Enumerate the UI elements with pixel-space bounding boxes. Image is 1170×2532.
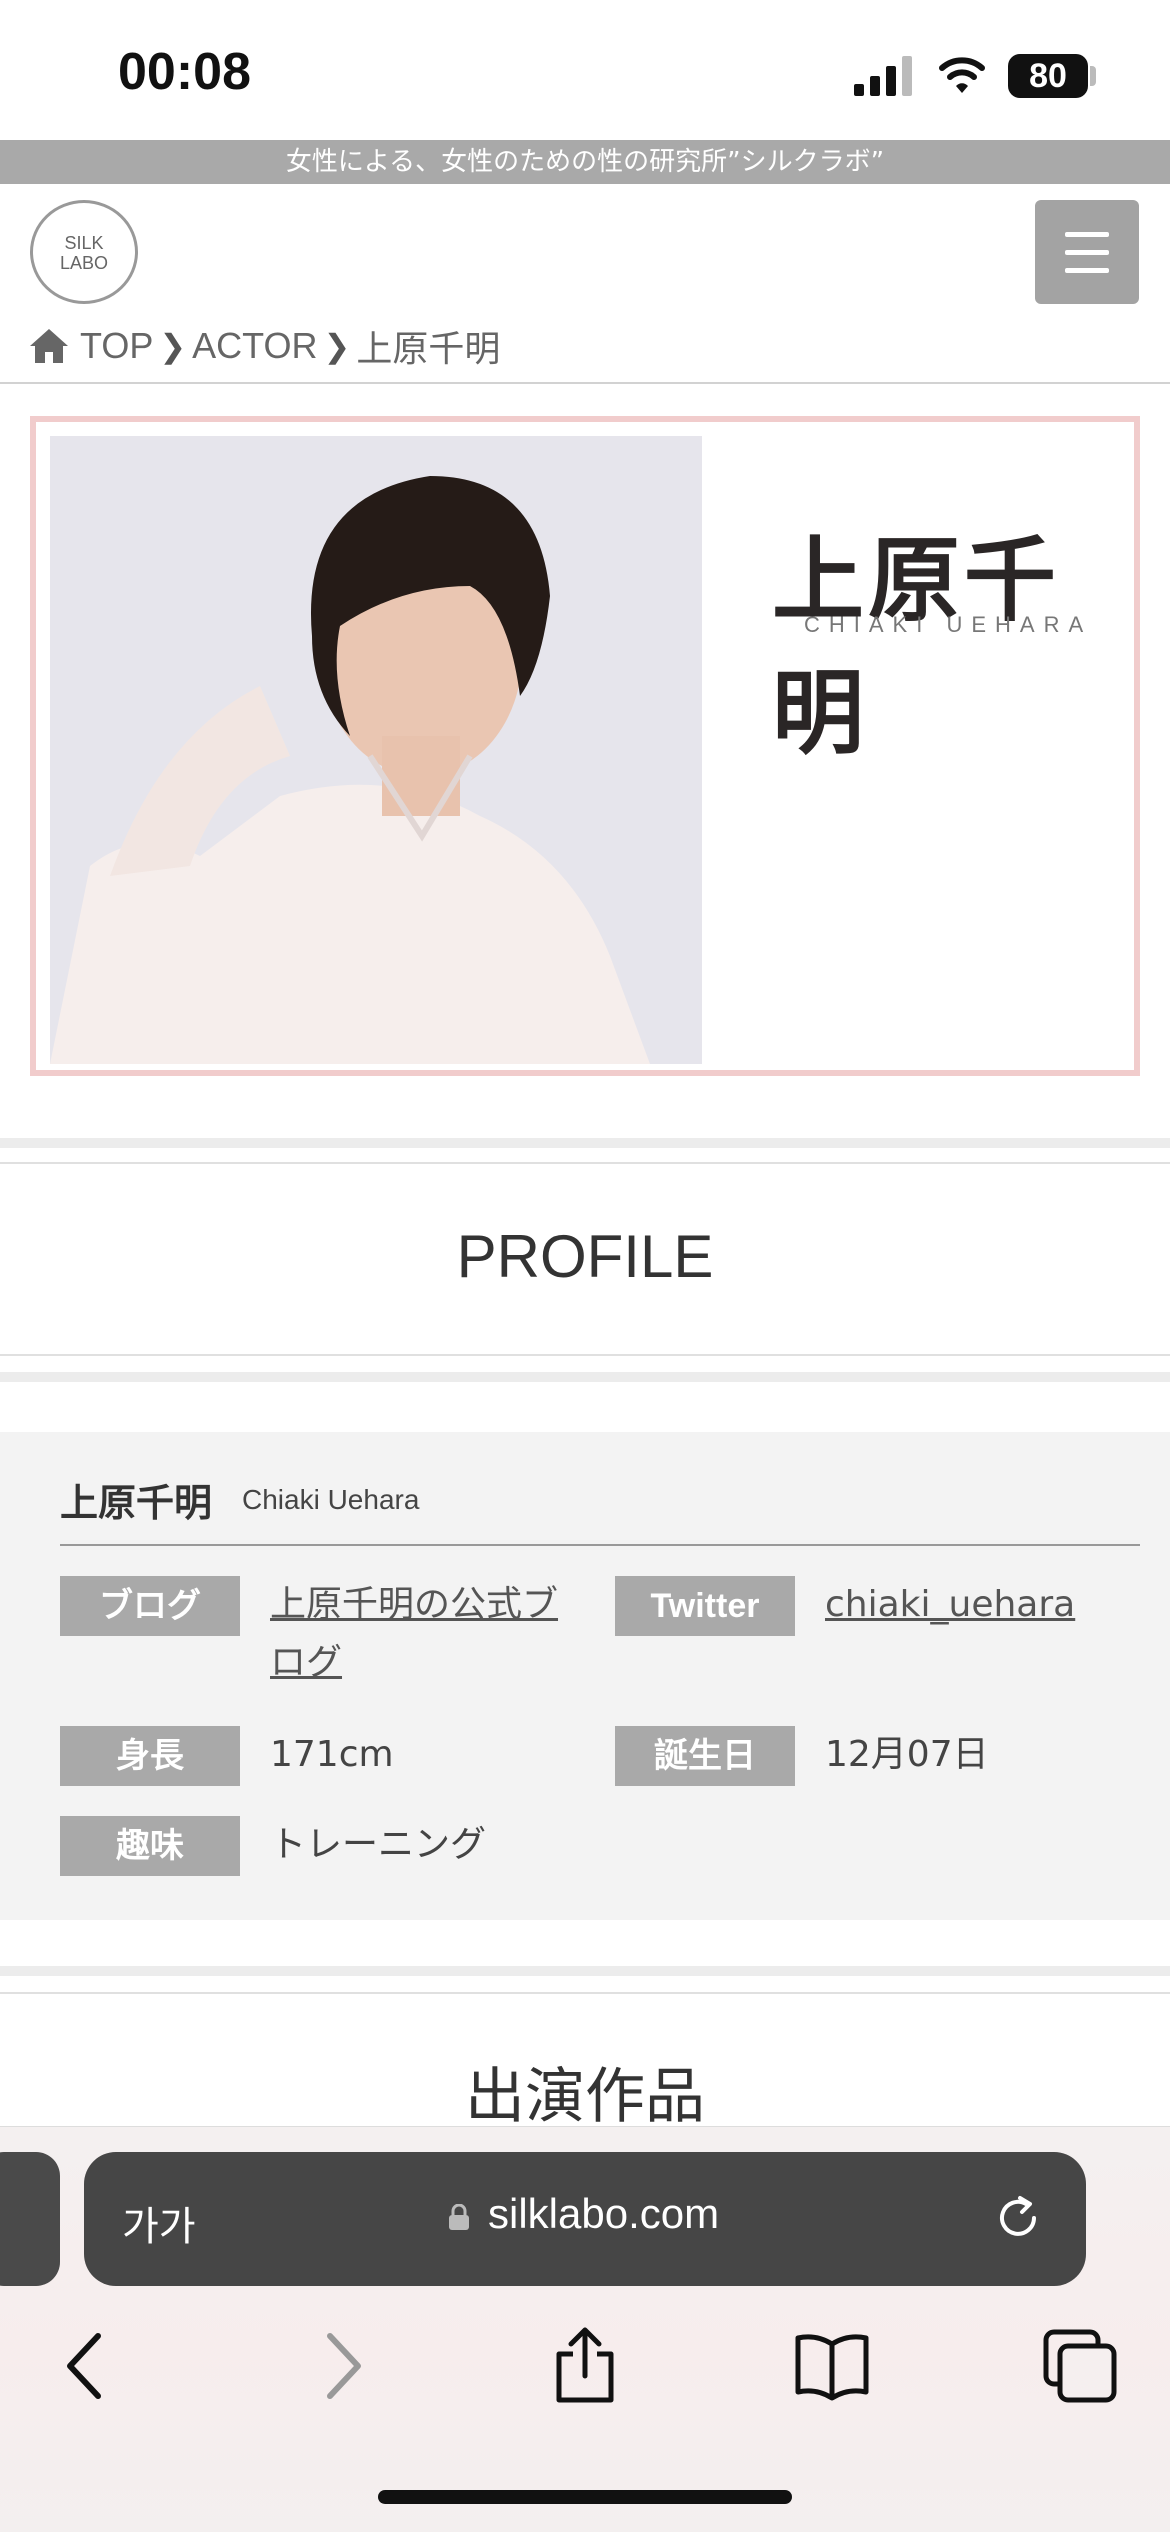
site-tagline: 女性による、女性のための性の研究所”シルクラボ” — [0, 140, 1170, 184]
works-heading: 出演作品 — [465, 2062, 705, 2132]
previous-tab-preview[interactable] — [0, 2152, 60, 2286]
battery-indicator: 80 — [1008, 54, 1088, 98]
logo-line-1: SILK — [64, 233, 104, 253]
profile-heading: PROFILE — [456, 1223, 714, 1290]
tabs-icon[interactable] — [1040, 2326, 1120, 2406]
section-divider — [0, 1992, 1170, 1994]
menu-icon-bar — [1065, 268, 1109, 273]
twitter-value: chiaki_uehara — [825, 1576, 1075, 1634]
actor-portrait-image — [50, 436, 702, 1064]
actor-hero-card: 上原千明 CHIAKI UEHARA — [30, 416, 1140, 1076]
section-divider — [0, 1354, 1170, 1356]
birthday-label: 誕生日 — [615, 1726, 795, 1786]
menu-icon — [1065, 232, 1109, 237]
reload-icon[interactable] — [990, 2190, 1046, 2246]
hobby-label: 趣味 — [60, 1816, 240, 1876]
breadcrumb-actor-link[interactable]: ACTOR — [192, 325, 317, 367]
blog-link[interactable]: 上原千明の公式ブログ — [270, 1584, 558, 1683]
twitter-link[interactable]: chiaki_uehara — [825, 1584, 1075, 1625]
section-band — [0, 1372, 1170, 1382]
breadcrumb-top-link[interactable]: TOP — [80, 325, 153, 367]
header-divider — [0, 382, 1170, 384]
chevron-right-icon: ❯ — [323, 328, 351, 364]
wifi-icon — [939, 57, 985, 93]
battery-tip — [1090, 66, 1096, 86]
forward-icon[interactable] — [300, 2326, 380, 2406]
height-label: 身長 — [60, 1726, 240, 1786]
profile-panel: 上原千明 Chiaki Uehara ブログ 上原千明の公式ブログ Twitte… — [0, 1432, 1170, 1920]
address-bar[interactable]: 가가 silklabo.com — [84, 2152, 1086, 2286]
breadcrumb: TOP ❯ ACTOR ❯ 上原千明 — [28, 322, 500, 370]
cellular-signal-icon — [854, 56, 912, 96]
profile-name: 上原千明 — [60, 1481, 213, 1525]
blog-label: ブログ — [60, 1576, 240, 1636]
back-icon[interactable] — [48, 2326, 128, 2406]
home-icon[interactable] — [28, 327, 70, 365]
lock-icon — [449, 2204, 469, 2230]
hero-actor-roman: CHIAKI UEHARA — [804, 612, 1093, 637]
status-bar: 00:08 80 — [0, 0, 1170, 140]
home-indicator — [378, 2490, 792, 2504]
section-band — [0, 1138, 1170, 1148]
birthday-value: 12月07日 — [825, 1734, 989, 1775]
breadcrumb-current: 上原千明 — [356, 328, 501, 369]
chevron-right-icon: ❯ — [159, 328, 187, 364]
profile-name-divider — [60, 1544, 1140, 1546]
menu-button[interactable] — [1035, 200, 1139, 304]
blog-value: 上原千明の公式ブログ — [270, 1576, 570, 1692]
height-value: 171cm — [270, 1734, 394, 1775]
site-logo[interactable]: SILK LABO — [30, 200, 138, 304]
bookmarks-icon[interactable] — [792, 2326, 872, 2406]
menu-icon-bar — [1065, 250, 1109, 255]
actor-photo — [50, 436, 702, 1064]
profile-name-en: Chiaki Uehara — [242, 1484, 420, 1515]
status-time: 00:08 — [118, 43, 251, 101]
page-settings-button[interactable]: 가가 — [122, 2194, 196, 2252]
hobby-value: トレーニング — [270, 1824, 487, 1865]
logo-line-2: LABO — [59, 253, 109, 273]
url-text[interactable]: silklabo.com — [488, 2190, 719, 2238]
section-band — [0, 1966, 1170, 1976]
hero-actor-name: 上原千明 — [772, 527, 1061, 767]
share-icon[interactable] — [545, 2326, 625, 2406]
twitter-label: Twitter — [615, 1576, 795, 1636]
section-divider — [0, 1162, 1170, 1164]
